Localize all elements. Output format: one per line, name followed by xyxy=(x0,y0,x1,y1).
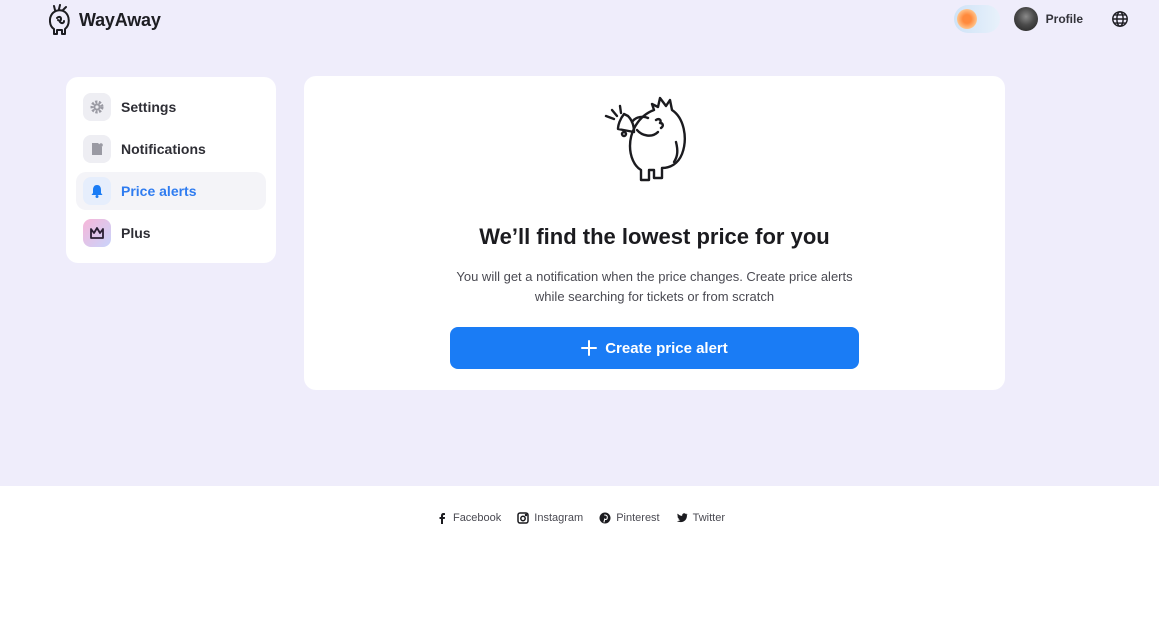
sun-icon xyxy=(956,9,977,29)
brand-logo[interactable]: WayAway xyxy=(47,4,161,36)
globe-icon[interactable] xyxy=(1111,10,1129,28)
footer-social-links: Facebook Instagram Pinterest Twitter xyxy=(0,512,1159,524)
twitter-link[interactable]: Twitter xyxy=(676,512,725,524)
instagram-icon xyxy=(517,512,530,524)
mascot-bell-illustration xyxy=(604,96,686,182)
sidebar-item-plus[interactable]: Plus xyxy=(76,214,266,252)
sidebar: Settings Notifications Price alerts Plus xyxy=(66,77,276,263)
create-price-alert-label: Create price alert xyxy=(605,339,728,357)
profile-button[interactable]: Profile xyxy=(1013,7,1083,31)
gear-icon xyxy=(83,93,111,121)
header-actions: Profile xyxy=(953,5,1129,33)
twitter-label: Twitter xyxy=(692,512,726,524)
pinterest-link[interactable]: Pinterest xyxy=(599,512,660,524)
facebook-link[interactable]: Facebook xyxy=(436,512,501,524)
empty-state-description: You will get a notification when the pri… xyxy=(456,269,853,304)
instagram-label: Instagram xyxy=(534,512,584,524)
facebook-icon xyxy=(439,513,445,524)
twitter-icon xyxy=(676,513,688,523)
pinterest-label: Pinterest xyxy=(616,512,660,524)
plus-icon xyxy=(581,340,598,356)
sidebar-item-settings[interactable]: Settings xyxy=(76,88,266,126)
pinterest-icon xyxy=(599,512,611,524)
crown-icon xyxy=(83,219,111,247)
avatar xyxy=(1013,7,1038,31)
create-price-alert-button[interactable]: Create price alert xyxy=(450,327,859,369)
sidebar-item-label: Price alerts xyxy=(121,183,197,199)
sidebar-item-price-alerts[interactable]: Price alerts xyxy=(76,172,266,210)
sidebar-item-label: Plus xyxy=(121,225,151,241)
instagram-link[interactable]: Instagram xyxy=(517,512,583,524)
theme-toggle[interactable] xyxy=(953,5,1000,33)
notification-icon xyxy=(83,135,111,163)
sidebar-item-label: Settings xyxy=(121,99,177,115)
profile-label: Profile xyxy=(1045,12,1083,26)
mascot-logo-icon xyxy=(48,4,70,35)
price-alerts-empty-state: We’ll find the lowest price for you You … xyxy=(304,76,1005,390)
sidebar-item-label: Notifications xyxy=(121,141,206,157)
bell-icon xyxy=(83,177,111,205)
facebook-label: Facebook xyxy=(452,512,502,524)
sidebar-item-notifications[interactable]: Notifications xyxy=(76,130,266,168)
brand-name: WayAway xyxy=(79,9,161,30)
page-title: We’ll find the lowest price for you xyxy=(479,224,830,249)
